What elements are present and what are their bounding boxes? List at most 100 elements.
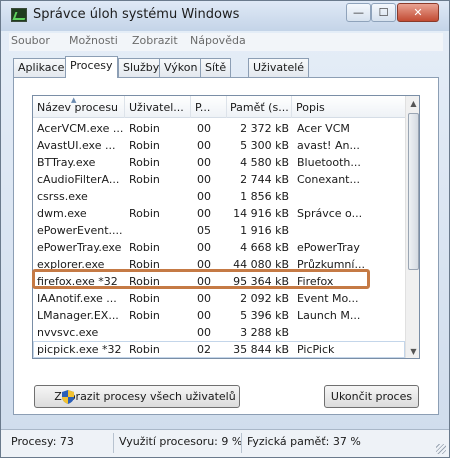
cell-user: Robin (129, 275, 160, 288)
scroll-up-icon[interactable]: ▲ (406, 96, 419, 112)
menu-zobrazit[interactable]: Zobrazit (132, 34, 178, 47)
cell-cpu: 00 (197, 326, 211, 339)
cell-description: Správce o... (297, 207, 363, 220)
cell-memory: 1 856 kB (240, 190, 289, 203)
cell-process-name: csrss.exe (37, 190, 88, 203)
status-bar: Procesy: 73 Využití procesoru: 9 % Fyzic… (1, 429, 449, 457)
cell-cpu: 00 (197, 241, 211, 254)
maximize-button[interactable]: ☐ (371, 3, 396, 22)
cell-cpu: 00 (197, 275, 211, 288)
table-row[interactable]: PLFSetI.exe *32Robin001 716 kBDefaultSe.… (33, 358, 405, 359)
cell-memory: 44 080 kB (233, 258, 289, 271)
title-bar[interactable]: Správce úloh systému Windows — ☐ ✕ (1, 1, 449, 31)
column-header: ▲ Název procesu Uživatel... P... Paměť (… (33, 96, 405, 118)
cell-cpu: 00 (197, 190, 211, 203)
cell-process-name: ePowerEvent.... (37, 224, 123, 237)
cell-process-name: firefox.exe *32 (37, 275, 118, 288)
cell-memory: 2 092 kB (240, 292, 289, 305)
status-processes: Procesy: 73 (11, 435, 74, 448)
column-memory[interactable]: Paměť (s... (230, 101, 290, 114)
cell-process-name: explorer.exe (37, 258, 105, 271)
table-row[interactable]: BTTray.exe Robin 00 4 580 kB Bluetooth... (33, 154, 405, 171)
cell-process-name: cAudioFilterA... (37, 173, 120, 186)
table-row[interactable]: AcerVCM.exe ... Robin 00 2 372 kB Acer VCM (33, 120, 405, 137)
table-row[interactable]: csrss.exe 00 1 856 kB (33, 188, 405, 205)
cell-user: Robin (129, 122, 160, 135)
table-row[interactable]: picpick.exe *32 Robin 02 35 844 kB PicPick (33, 341, 405, 358)
tab-procesy[interactable]: Procesy (65, 56, 118, 78)
menu-soubor[interactable]: Soubor (11, 34, 50, 47)
table-row[interactable]: ePowerTray.exe Robin 00 4 668 kB ePowerTray (33, 239, 405, 256)
table-row[interactable]: AvastUI.exe ... Robin 00 5 300 kB avast! An.… (33, 137, 405, 154)
resize-grip-icon[interactable] (436, 444, 446, 454)
table-row[interactable]: ePowerEvent.... 05 1 916 kB (33, 222, 405, 239)
cell-cpu: 00 (197, 207, 211, 220)
close-button[interactable]: ✕ (397, 3, 439, 22)
cell-memory: 3 288 kB (240, 326, 289, 339)
cell-user: Robin (129, 309, 160, 322)
task-manager-window: Správce úloh systému Windows — ☐ ✕ Soubo… (0, 0, 450, 458)
cell-cpu: 02 (197, 343, 211, 356)
cell-cpu: 05 (197, 224, 211, 237)
column-description[interactable]: Popis (296, 101, 396, 114)
cell-memory: 35 844 kB (233, 343, 289, 356)
column-cpu[interactable]: P... (195, 101, 225, 114)
show-all-processes-button[interactable]: Zobrazit procesy všech uživatelů (34, 385, 240, 408)
cell-cpu: 00 (197, 258, 211, 271)
table-row[interactable]: dwm.exe Robin 00 14 916 kB Správce o... (33, 205, 405, 222)
cell-process-name: LManager.EX... (37, 309, 119, 322)
menu-napoveda[interactable]: Nápověda (190, 34, 246, 47)
cell-description: ePowerTray (297, 241, 360, 254)
table-row[interactable]: nvvsvc.exe 00 3 288 kB (33, 324, 405, 341)
table-row[interactable]: firefox.exe *32 Robin 00 95 364 kB Firefox (33, 273, 405, 290)
tab-uzivatele[interactable]: Uživatelé (248, 58, 310, 77)
cell-cpu: 00 (197, 173, 211, 186)
vertical-scrollbar[interactable]: ▲ ▼ (405, 96, 419, 358)
end-process-button[interactable]: Ukončit proces (324, 385, 419, 408)
cell-memory: 4 580 kB (240, 156, 289, 169)
minimize-button[interactable]: — (346, 3, 371, 22)
cell-user: Robin (129, 292, 160, 305)
scroll-down-icon[interactable]: ▼ (406, 344, 419, 358)
scrollbar-thumb[interactable] (408, 113, 419, 270)
cell-memory: 14 916 kB (233, 207, 289, 220)
cell-process-name: nvvsvc.exe (37, 326, 99, 339)
tab-aplikace[interactable]: Aplikace (13, 58, 70, 77)
cell-process-name: IAAnotif.exe ... (37, 292, 117, 305)
cell-user: Robin (129, 343, 160, 356)
menu-moznosti[interactable]: Možnosti (69, 34, 118, 47)
cell-cpu: 00 (197, 139, 211, 152)
cell-process-name: BTTray.exe (37, 156, 96, 169)
cell-process-name: dwm.exe (37, 207, 87, 220)
column-user[interactable]: Uživatel... (129, 101, 187, 114)
task-manager-icon (11, 8, 27, 22)
cell-user: Robin (129, 207, 160, 220)
cell-user: Robin (129, 241, 160, 254)
window-title: Správce úloh systému Windows (33, 7, 240, 22)
status-physical-memory: Fyzická paměť: 37 % (247, 435, 361, 448)
cell-process-name: ePowerTray.exe (37, 241, 122, 254)
cell-process-name: AcerVCM.exe ... (37, 122, 123, 135)
process-list[interactable]: ▲ Název procesu Uživatel... P... Paměť (… (32, 95, 420, 359)
cell-memory: 2 744 kB (240, 173, 289, 186)
tab-vykon[interactable]: Výkon (159, 58, 203, 77)
cell-process-name: picpick.exe *32 (37, 343, 122, 356)
tab-site[interactable]: Sítě (200, 58, 232, 77)
cell-description: Průzkumní... (297, 258, 365, 271)
cell-description: avast! An... (297, 139, 360, 152)
cell-user: Robin (129, 156, 160, 169)
cell-user: Robin (129, 258, 160, 271)
table-row[interactable]: LManager.EX... Robin 00 5 396 kB Launch M... (33, 307, 405, 324)
processes-panel: ▲ Název procesu Uživatel... P... Paměť (… (13, 77, 439, 415)
cell-process-name: AvastUI.exe ... (37, 139, 116, 152)
cell-cpu: 00 (197, 122, 211, 135)
cell-memory: 2 372 kB (240, 122, 289, 135)
table-row[interactable]: explorer.exe Robin 00 44 080 kB Průzkumní... (33, 256, 405, 273)
cell-user: Robin (129, 173, 160, 186)
table-row[interactable]: IAAnotif.exe ... Robin 00 2 092 kB Event Mo.… (33, 290, 405, 307)
status-cpu-usage: Využití procesoru: 9 % (119, 435, 243, 448)
tab-sluzby[interactable]: Služby (118, 58, 165, 77)
table-row[interactable]: cAudioFilterA... Robin 00 2 744 kB Conexant.… (33, 171, 405, 188)
column-process-name[interactable]: Název procesu (37, 101, 121, 114)
cell-description: Acer VCM (297, 122, 350, 135)
